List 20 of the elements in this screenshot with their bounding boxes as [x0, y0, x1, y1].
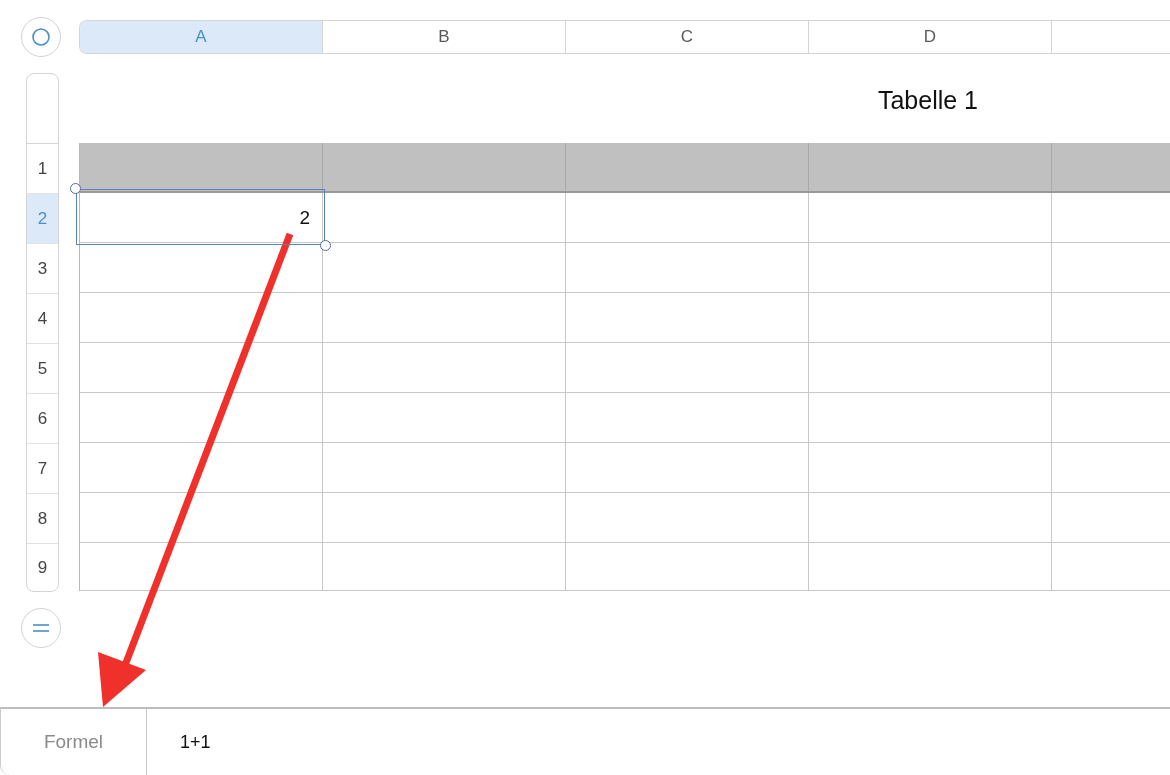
table-title: Tabelle 1: [877, 85, 979, 115]
formula-label: Formel: [1, 709, 147, 775]
selection-handle[interactable]: [320, 240, 331, 251]
row-header[interactable]: 6: [27, 394, 58, 444]
row-header[interactable]: 9: [27, 544, 58, 591]
column-header[interactable]: C: [566, 21, 809, 53]
column-header[interactable]: D: [809, 21, 1052, 53]
column-header[interactable]: B: [323, 21, 566, 53]
row-header[interactable]: 3: [27, 244, 58, 294]
row-count-button[interactable]: [21, 608, 61, 648]
circle-icon: [31, 27, 51, 47]
formula-field[interactable]: 1+1: [147, 709, 1170, 775]
row-header[interactable]: 5: [27, 344, 58, 394]
row-header[interactable]: 4: [27, 294, 58, 344]
selection-handle[interactable]: [70, 183, 81, 194]
select-table-button[interactable]: [21, 17, 61, 57]
row-header[interactable]: 7: [27, 444, 58, 494]
equals-icon: [32, 623, 50, 633]
row-header[interactable]: 8: [27, 494, 58, 544]
cell-value: 2: [299, 207, 310, 229]
